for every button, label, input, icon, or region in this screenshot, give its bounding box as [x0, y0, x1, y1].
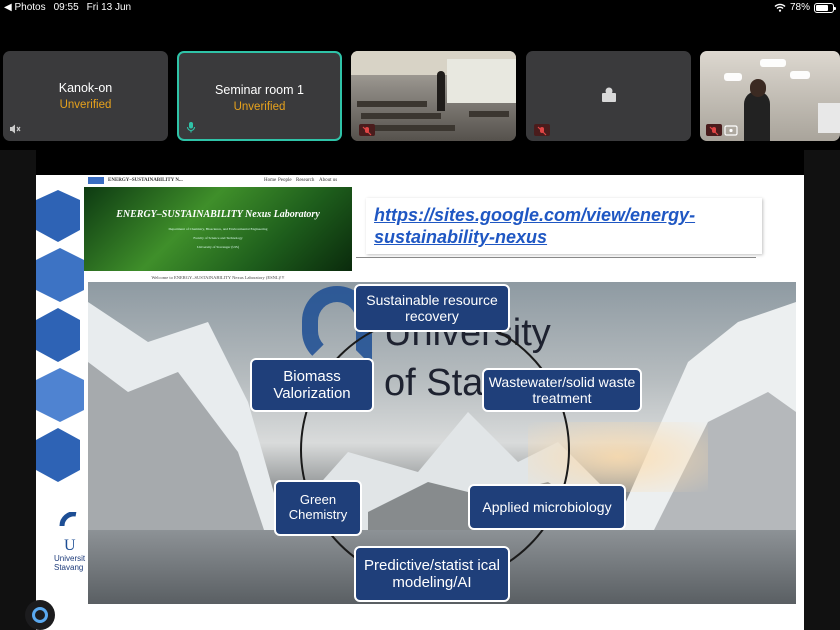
- website-banner-title: ENERGY–SUSTAINABILITY Nexus Laboratory: [116, 209, 320, 220]
- participant-status: Unverified: [233, 101, 286, 113]
- url-box: https://sites.google.com/view/energy-sus…: [366, 198, 762, 254]
- website-nav-research: Research: [296, 178, 315, 183]
- participant-tile-seminar-room[interactable]: Seminar room 1 Unverified: [177, 51, 342, 141]
- status-bar: ◀ Photos 09:55 Fri 13 Jun 78%: [0, 0, 840, 16]
- wifi-icon: [774, 3, 786, 12]
- participant-tile-kanok-on[interactable]: Kanok-on Unverified: [3, 51, 168, 141]
- node-biomass-valorization: Biomass Valorization: [250, 358, 374, 412]
- divider: [356, 257, 756, 258]
- node-sustainable-resource-recovery: Sustainable resource recovery: [354, 284, 510, 332]
- battery-fill: [816, 4, 829, 11]
- share-margin-left: [0, 150, 36, 630]
- avatar-placeholder-icon: [602, 87, 616, 102]
- website-nav-home: Home: [264, 178, 277, 183]
- battery-percent: 78%: [789, 2, 810, 13]
- website-banner: ENERGY–SUSTAINABILITY Nexus Laboratory D…: [84, 187, 352, 271]
- website-welcome: Welcome to ENERGY–SUSTAINABILITY Nexus L…: [151, 275, 285, 280]
- node-wastewater-solid-waste: Wastewater/solid waste treatment: [482, 368, 642, 412]
- research-cycle-ring: [300, 315, 570, 585]
- floating-assistant-button[interactable]: [25, 600, 55, 630]
- university-logo-bottom: U Universit Stavang: [54, 511, 94, 582]
- microphone-icon: [186, 122, 196, 133]
- website-nav-bar: ENERGY–SUSTAINABILITY N... Home People R…: [84, 175, 352, 187]
- screen-share-icon: [724, 125, 738, 136]
- participant-status: Unverified: [59, 99, 112, 111]
- battery-icon: [814, 2, 836, 13]
- website-banner-line-2: Faculty of Science and Technology: [193, 236, 243, 240]
- participant-tile-classroom-video[interactable]: [351, 51, 516, 141]
- lab-website-screenshot: ENERGY–SUSTAINABILITY N... Home People R…: [84, 175, 352, 283]
- node-label: Sustainable resource recovery: [366, 291, 498, 324]
- website-nav-title: ENERGY–SUSTAINABILITY N...: [108, 178, 183, 183]
- status-time: 09:55: [53, 2, 79, 13]
- participant-name: Seminar room 1: [215, 83, 304, 97]
- logo-text-line-2: Stavang: [54, 563, 84, 572]
- logo-text-line-1: Universit: [54, 554, 86, 563]
- node-green-chemistry: Green Chemistry: [274, 480, 362, 536]
- share-margin-right: [804, 150, 840, 630]
- node-predictive-modeling: Predictive/statist ical modeling/AI: [354, 546, 510, 602]
- back-to-photos-link[interactable]: ◀ Photos: [4, 2, 46, 13]
- participant-tile-camera-video[interactable]: [700, 51, 840, 141]
- ring-icon: [32, 607, 48, 623]
- lab-website-link[interactable]: https://sites.google.com/view/energy-sus…: [374, 204, 754, 248]
- svg-text:U: U: [64, 537, 76, 552]
- participant-strip: Kanok-on Unverified Seminar room 1 Unver…: [0, 51, 840, 141]
- node-label: Applied microbiology: [482, 498, 612, 515]
- participant-tile-no-video[interactable]: [526, 51, 691, 141]
- status-date: Fri 13 Jun: [86, 2, 132, 13]
- slide-top-bar: [36, 150, 804, 175]
- university-u-logo: U: [59, 511, 77, 554]
- mic-muted-icon: [706, 124, 722, 136]
- node-label: Wastewater/solid waste treatment: [488, 373, 636, 406]
- participant-name: Kanok-on: [58, 81, 113, 95]
- speaker-muted-icon: [10, 124, 21, 134]
- mic-muted-icon: [359, 124, 375, 136]
- node-label: Biomass Valorization: [273, 367, 351, 402]
- website-banner-line-3: University of Stavanger (UiS): [196, 245, 240, 249]
- node-label: Green Chemistry: [288, 492, 348, 522]
- website-banner-line-1: Department of Chemistry, Bioscience, and…: [168, 227, 268, 231]
- mic-muted-icon: [534, 124, 550, 136]
- website-nav-people: People: [278, 178, 292, 183]
- node-label: Predictive/statist ical modeling/AI: [364, 556, 500, 591]
- node-applied-microbiology: Applied microbiology: [468, 484, 626, 530]
- website-nav-about: About us: [319, 178, 338, 183]
- website-logo: [88, 177, 104, 184]
- classroom-video: [351, 51, 516, 141]
